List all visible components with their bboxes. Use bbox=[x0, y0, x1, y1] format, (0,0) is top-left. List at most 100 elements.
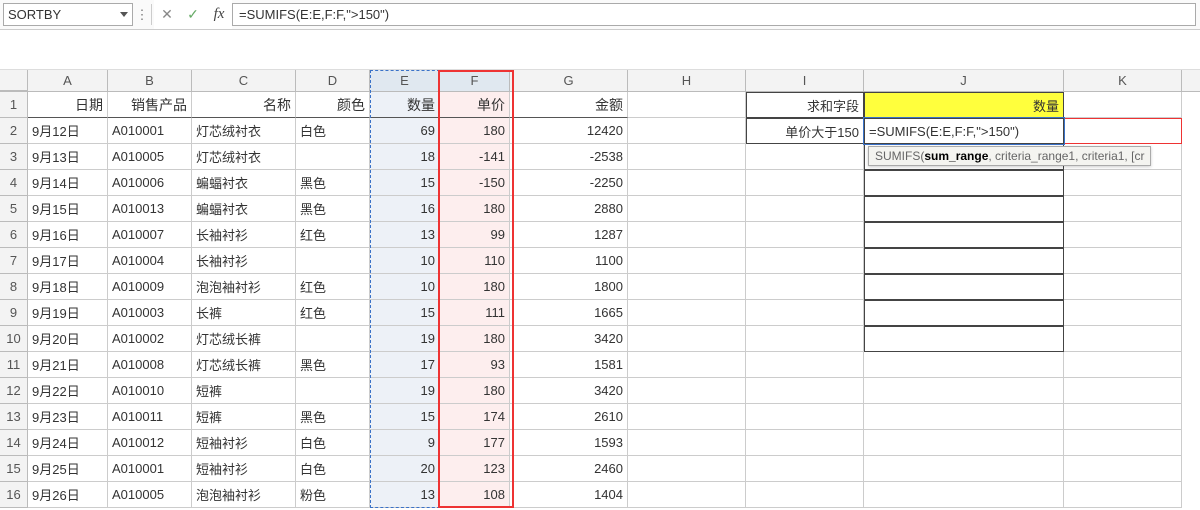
cell[interactable] bbox=[746, 274, 864, 300]
col-header-G[interactable]: G bbox=[510, 70, 628, 91]
cell[interactable]: A010012 bbox=[108, 430, 192, 456]
cell[interactable]: 黑色 bbox=[296, 352, 370, 378]
cell[interactable]: 单价大于150 bbox=[746, 118, 864, 144]
cell[interactable] bbox=[1064, 222, 1182, 248]
col-header-F[interactable]: F bbox=[440, 70, 510, 91]
row-header[interactable]: 5 bbox=[0, 196, 28, 222]
cell[interactable] bbox=[746, 170, 864, 196]
cell[interactable]: A010002 bbox=[108, 326, 192, 352]
cell[interactable]: -2250 bbox=[510, 170, 628, 196]
cell[interactable]: 2460 bbox=[510, 456, 628, 482]
cell[interactable]: 13 bbox=[370, 482, 440, 508]
cell[interactable]: 19 bbox=[370, 326, 440, 352]
cell[interactable] bbox=[628, 300, 746, 326]
cell[interactable]: 10 bbox=[370, 274, 440, 300]
cell[interactable] bbox=[296, 326, 370, 352]
cell[interactable]: 1593 bbox=[510, 430, 628, 456]
cell[interactable] bbox=[864, 456, 1064, 482]
cell[interactable]: 9月14日 bbox=[28, 170, 108, 196]
cell[interactable]: -2538 bbox=[510, 144, 628, 170]
col-header-J[interactable]: J bbox=[864, 70, 1064, 91]
row-header[interactable]: 4 bbox=[0, 170, 28, 196]
cell[interactable]: 短裤 bbox=[192, 378, 296, 404]
cell[interactable]: 180 bbox=[440, 118, 510, 144]
cell[interactable]: 长袖衬衫 bbox=[192, 248, 296, 274]
col-header-D[interactable]: D bbox=[296, 70, 370, 91]
cell[interactable]: 短袖衬衫 bbox=[192, 456, 296, 482]
cell[interactable]: 1287 bbox=[510, 222, 628, 248]
cell[interactable]: A010006 bbox=[108, 170, 192, 196]
cell[interactable] bbox=[1064, 92, 1182, 118]
cell[interactable] bbox=[864, 222, 1064, 248]
cell[interactable]: 9月24日 bbox=[28, 430, 108, 456]
cell[interactable] bbox=[628, 248, 746, 274]
cell[interactable]: 白色 bbox=[296, 118, 370, 144]
col-header-B[interactable]: B bbox=[108, 70, 192, 91]
col-header-E[interactable]: E bbox=[370, 70, 440, 91]
cell[interactable]: 名称 bbox=[192, 92, 296, 118]
cell[interactable]: 111 bbox=[440, 300, 510, 326]
cell[interactable] bbox=[864, 430, 1064, 456]
cell[interactable] bbox=[628, 92, 746, 118]
cell[interactable]: 2880 bbox=[510, 196, 628, 222]
cell[interactable]: 18 bbox=[370, 144, 440, 170]
name-box[interactable]: SORTBY bbox=[3, 3, 133, 26]
cell[interactable]: A010005 bbox=[108, 144, 192, 170]
cell[interactable]: 数量 bbox=[864, 92, 1064, 118]
cell[interactable]: 金额 bbox=[510, 92, 628, 118]
cell[interactable] bbox=[1064, 404, 1182, 430]
cell[interactable]: 9月13日 bbox=[28, 144, 108, 170]
cell[interactable] bbox=[1064, 456, 1182, 482]
cell[interactable] bbox=[628, 222, 746, 248]
cell[interactable]: 19 bbox=[370, 378, 440, 404]
cell[interactable]: A010010 bbox=[108, 378, 192, 404]
cell[interactable]: 3420 bbox=[510, 326, 628, 352]
cell[interactable]: 9月18日 bbox=[28, 274, 108, 300]
cell[interactable] bbox=[864, 404, 1064, 430]
cell[interactable]: 180 bbox=[440, 274, 510, 300]
cell[interactable]: 180 bbox=[440, 378, 510, 404]
confirm-button[interactable]: ✓ bbox=[180, 0, 206, 29]
cell[interactable]: 红色 bbox=[296, 274, 370, 300]
cell[interactable] bbox=[1064, 326, 1182, 352]
cell[interactable] bbox=[746, 352, 864, 378]
cell[interactable]: 9月21日 bbox=[28, 352, 108, 378]
cell[interactable] bbox=[1064, 196, 1182, 222]
cell[interactable] bbox=[628, 378, 746, 404]
cell[interactable] bbox=[628, 170, 746, 196]
row-header[interactable]: 3 bbox=[0, 144, 28, 170]
cell[interactable] bbox=[628, 274, 746, 300]
cell[interactable]: 177 bbox=[440, 430, 510, 456]
cell[interactable] bbox=[746, 144, 864, 170]
cell[interactable]: 红色 bbox=[296, 300, 370, 326]
cell[interactable]: 17 bbox=[370, 352, 440, 378]
cell[interactable]: 16 bbox=[370, 196, 440, 222]
cell[interactable]: 2610 bbox=[510, 404, 628, 430]
cell[interactable] bbox=[746, 326, 864, 352]
cell[interactable]: 9月22日 bbox=[28, 378, 108, 404]
row-header[interactable]: 13 bbox=[0, 404, 28, 430]
cell[interactable] bbox=[1064, 118, 1182, 144]
cell[interactable] bbox=[628, 196, 746, 222]
cell[interactable]: 短裤 bbox=[192, 404, 296, 430]
cell[interactable]: 9月16日 bbox=[28, 222, 108, 248]
cell[interactable]: 黑色 bbox=[296, 170, 370, 196]
cell[interactable]: 15 bbox=[370, 170, 440, 196]
cell[interactable]: 20 bbox=[370, 456, 440, 482]
cell[interactable] bbox=[746, 482, 864, 508]
cell[interactable]: 蝙蝠衬衣 bbox=[192, 170, 296, 196]
cell[interactable]: 泡泡袖衬衫 bbox=[192, 482, 296, 508]
cell[interactable] bbox=[746, 430, 864, 456]
cell[interactable] bbox=[746, 196, 864, 222]
cell[interactable] bbox=[746, 378, 864, 404]
cell[interactable] bbox=[864, 300, 1064, 326]
cell[interactable]: 蝙蝠衬衣 bbox=[192, 196, 296, 222]
col-header-K[interactable]: K bbox=[1064, 70, 1182, 91]
cell[interactable] bbox=[628, 430, 746, 456]
cell[interactable]: 颜色 bbox=[296, 92, 370, 118]
cell[interactable]: A010001 bbox=[108, 118, 192, 144]
cell[interactable]: 数量 bbox=[370, 92, 440, 118]
cell[interactable]: 9月19日 bbox=[28, 300, 108, 326]
cell[interactable]: 灯芯绒长裤 bbox=[192, 352, 296, 378]
row-header[interactable]: 12 bbox=[0, 378, 28, 404]
